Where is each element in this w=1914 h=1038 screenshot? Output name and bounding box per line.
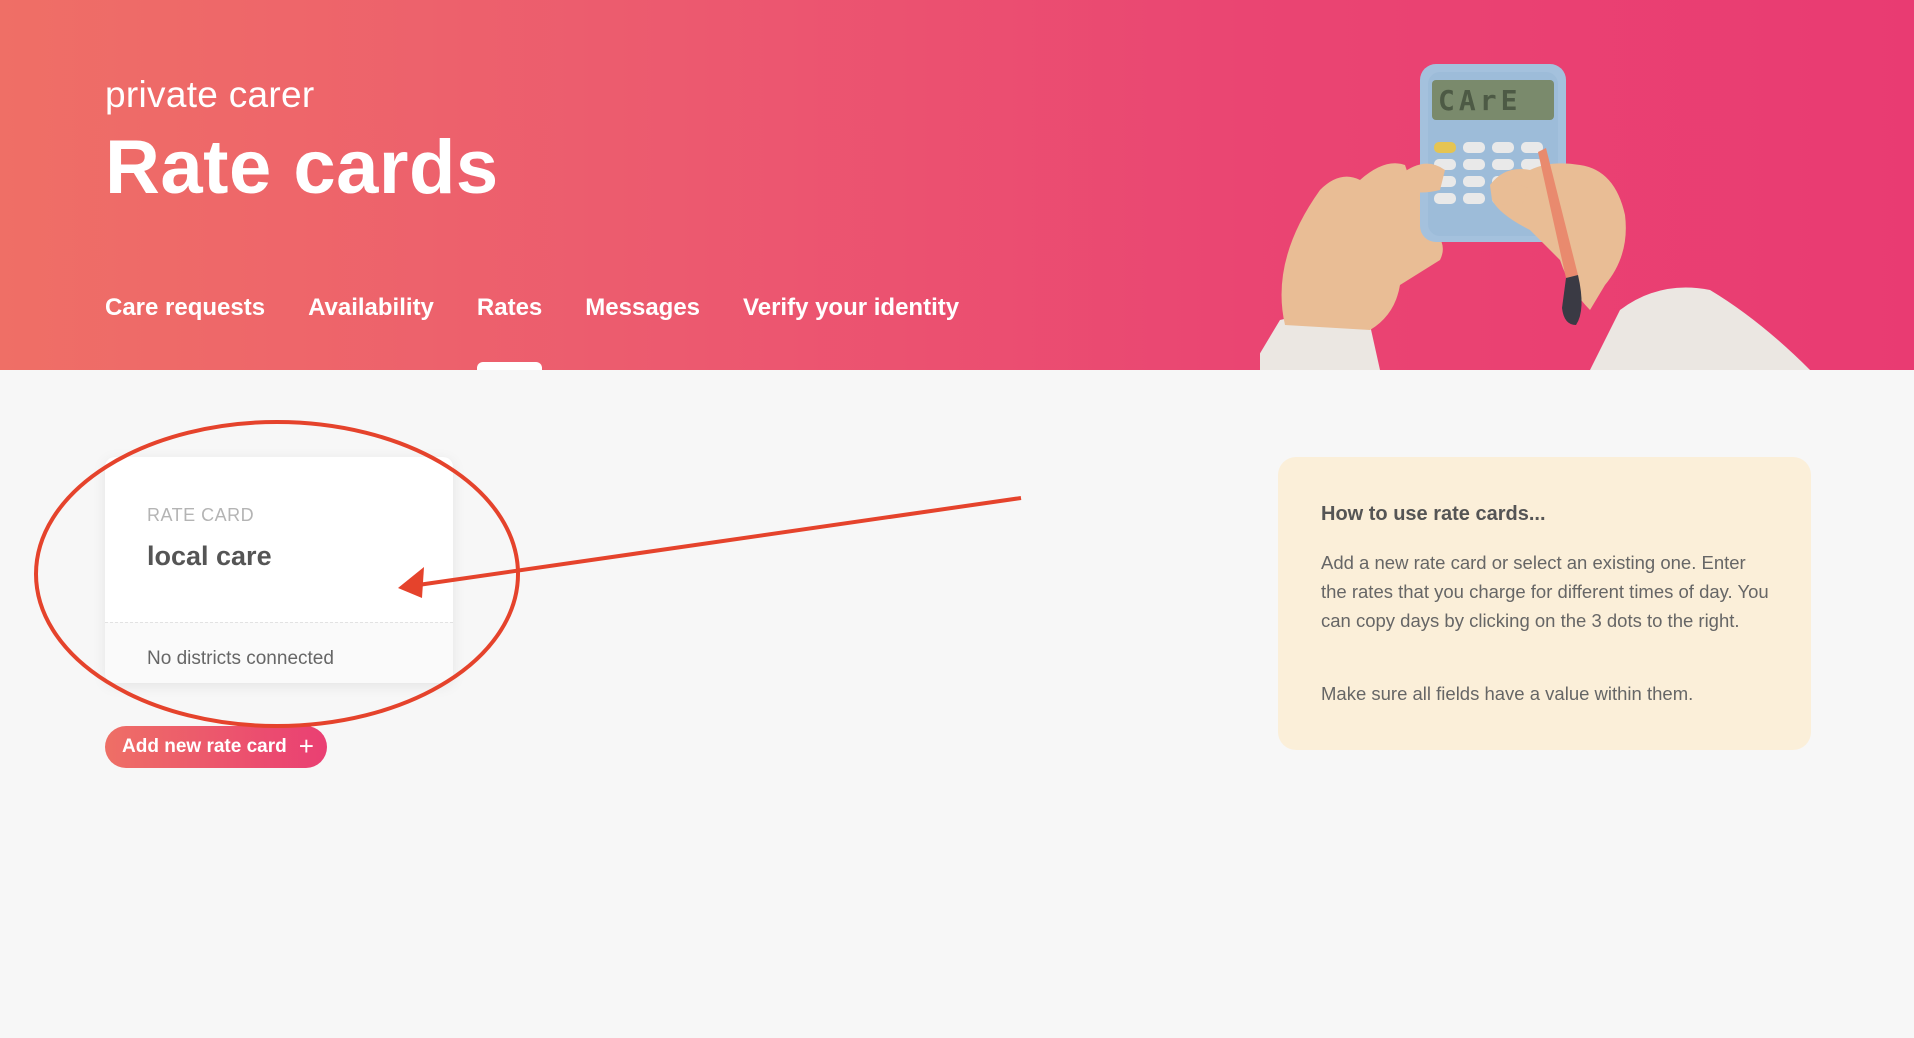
plus-icon: + (298, 731, 314, 761)
rate-card-local-care[interactable]: RATE CARD local care No districts connec… (105, 457, 453, 683)
nav-availability[interactable]: Availability (308, 294, 434, 322)
hands-calculator-illustration: CArE (1260, 64, 1810, 370)
rate-card-footer: No districts connected (105, 622, 453, 683)
main-nav: Care requests Availability Rates Message… (105, 294, 959, 370)
rate-card-name: local care (147, 541, 272, 571)
calculator-display-text: CArE (1438, 84, 1521, 117)
page-header: private carer Rate cards Care requests A… (0, 0, 1914, 370)
help-title: How to use rate cards... (1321, 503, 1546, 525)
nav-messages[interactable]: Messages (585, 294, 700, 322)
help-instructions: Add a new rate card or select an existin… (1321, 552, 1769, 631)
rate-card-districts-status: No districts connected (147, 648, 334, 669)
rate-card-label: RATE CARD (147, 505, 255, 525)
nav-care-requests[interactable]: Care requests (105, 294, 265, 322)
add-rate-card-label: Add new rate card (122, 736, 287, 757)
add-rate-card-button[interactable]: Add new rate card + (105, 726, 327, 768)
nav-rates[interactable]: Rates (476, 294, 543, 370)
page-subtitle: private carer (105, 74, 315, 115)
help-panel: How to use rate cards... Add a new rate … (1278, 457, 1811, 750)
annotation-arrow-line (417, 496, 1022, 587)
nav-verify-identity[interactable]: Verify your identity (743, 294, 959, 322)
help-note: Make sure all fields have a value within… (1321, 683, 1694, 704)
page-title: Rate cards (105, 125, 499, 210)
